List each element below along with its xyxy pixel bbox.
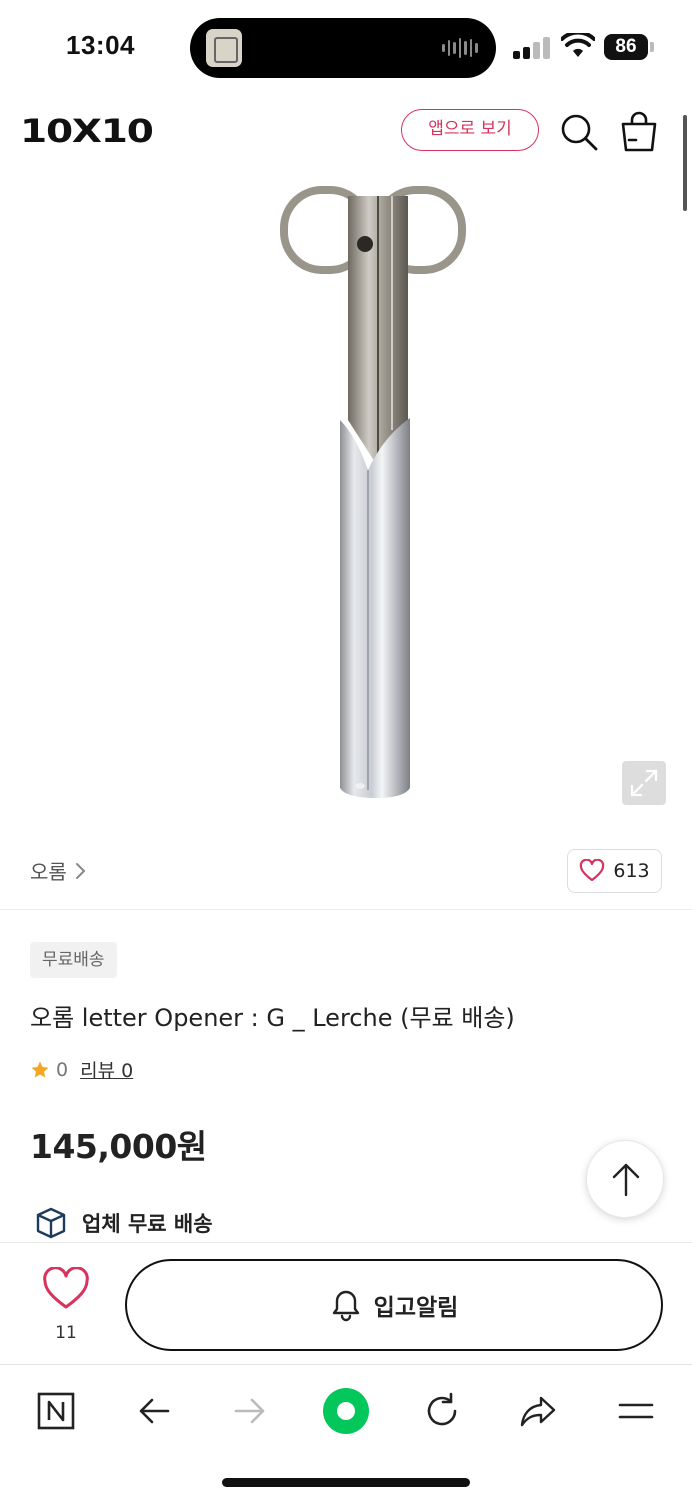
- now-playing-artwork: [206, 29, 242, 67]
- rating-row: 0 리뷰 0: [30, 1056, 133, 1083]
- restock-alert-label: 입고알림: [373, 1295, 459, 1321]
- green-dot-icon: [323, 1388, 369, 1434]
- battery-icon: 86: [604, 34, 654, 60]
- review-count: 0: [121, 1060, 134, 1082]
- product-price: 145,000원: [30, 1127, 207, 1166]
- forward-button[interactable]: [226, 1387, 274, 1435]
- star-icon: [31, 1061, 49, 1077]
- wifi-icon: [561, 33, 595, 57]
- share-arrow-icon: [520, 1396, 556, 1427]
- naver-home-button[interactable]: [32, 1387, 80, 1435]
- box-icon: [36, 1207, 66, 1239]
- image-expand-button[interactable]: [622, 761, 666, 805]
- reload-icon: [427, 1392, 457, 1426]
- brand-row: 오롬 613: [0, 840, 692, 910]
- arrow-up-icon: [612, 1163, 640, 1197]
- rating-score: 0: [56, 1058, 69, 1081]
- brand-link[interactable]: 오롬: [30, 856, 87, 885]
- search-icon[interactable]: [557, 110, 601, 154]
- site-logo[interactable]: 10X10: [20, 112, 154, 150]
- product-image[interactable]: [0, 170, 692, 820]
- chevron-right-icon: [75, 862, 86, 879]
- cellular-signal-icon: [513, 37, 553, 59]
- brand-like-button[interactable]: 613: [567, 849, 662, 893]
- naver-n-icon: [37, 1392, 75, 1430]
- shipping-info: 업체 무료 배송: [34, 1206, 213, 1240]
- heart-icon: [580, 859, 605, 882]
- audio-wave-icon: [442, 38, 479, 58]
- product-title: 오롬 letter Opener : G _ Lerche (무료 배송): [30, 1004, 515, 1032]
- brand-like-count: 613: [613, 860, 650, 882]
- arrow-left-icon: [139, 1398, 170, 1424]
- open-app-button[interactable]: 앱으로 보기: [401, 109, 539, 151]
- restock-alert-button[interactable]: 입고알림: [125, 1259, 663, 1351]
- status-time: 13:04: [66, 30, 135, 60]
- green-dot-button[interactable]: [322, 1387, 370, 1435]
- shopping-bag-icon[interactable]: [617, 110, 661, 154]
- site-header: 10X10 앱으로 보기: [0, 92, 692, 170]
- wish-button[interactable]: 11: [40, 1266, 92, 1347]
- home-indicator[interactable]: [222, 1478, 470, 1487]
- battery-level: 86: [604, 34, 648, 60]
- brand-name: 오롬: [30, 860, 67, 884]
- dynamic-island[interactable]: [190, 18, 496, 78]
- review-link[interactable]: 리뷰 0: [80, 1056, 133, 1083]
- bell-icon: [332, 1290, 359, 1322]
- heart-icon: [43, 1266, 89, 1309]
- purchase-bar: 11 입고알림: [0, 1242, 692, 1364]
- expand-icon: [630, 769, 658, 797]
- wish-count: 11: [55, 1323, 77, 1343]
- reload-button[interactable]: [418, 1387, 466, 1435]
- menu-button[interactable]: [612, 1387, 660, 1435]
- arrow-right-icon: [234, 1398, 265, 1424]
- status-bar: 13:04 86: [0, 0, 692, 92]
- share-button[interactable]: [514, 1387, 562, 1435]
- back-button[interactable]: [130, 1387, 178, 1435]
- scroll-to-top-button[interactable]: [586, 1140, 664, 1218]
- shipping-label: 업체 무료 배송: [82, 1212, 213, 1236]
- hamburger-menu-icon: [618, 1403, 654, 1419]
- review-label: 리뷰: [80, 1060, 116, 1082]
- free-shipping-badge: 무료배송: [30, 942, 117, 978]
